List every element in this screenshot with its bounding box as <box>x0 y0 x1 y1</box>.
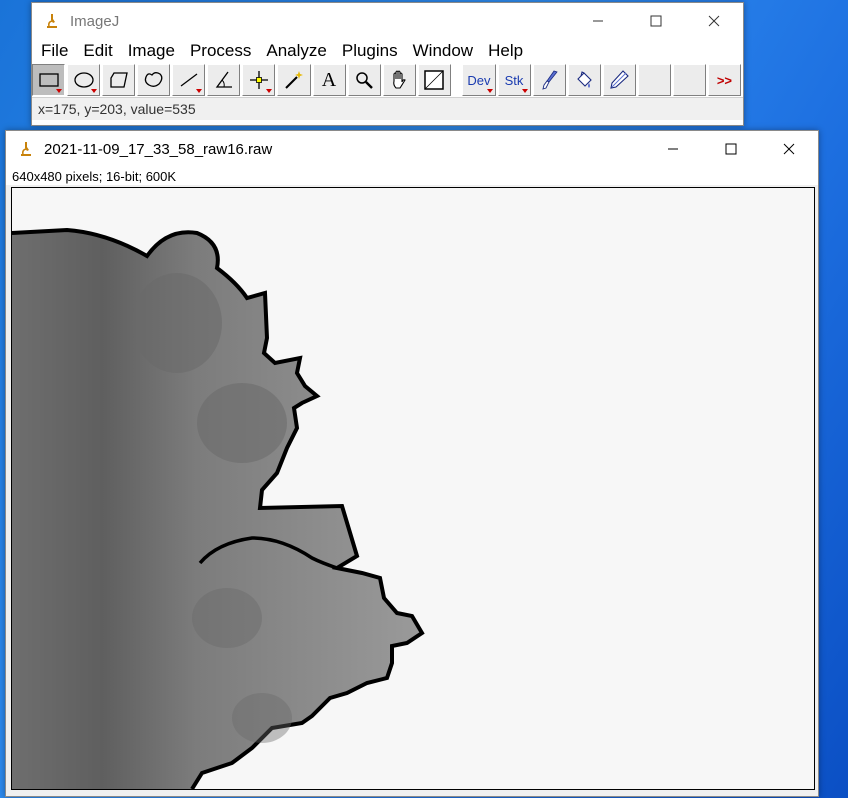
color-swatch-icon <box>424 70 444 90</box>
imagej-window-controls <box>569 3 743 39</box>
image-canvas[interactable] <box>11 187 815 790</box>
image-window-controls <box>644 131 818 167</box>
point-tool[interactable] <box>242 64 276 96</box>
hand-tool[interactable] <box>382 64 416 96</box>
brush-icon <box>542 70 558 90</box>
polygon-tool[interactable] <box>102 64 136 96</box>
close-icon <box>783 143 795 155</box>
minimize-button[interactable] <box>644 131 702 167</box>
maximize-button[interactable] <box>702 131 760 167</box>
image-titlebar[interactable]: 2021-11-09_17_33_58_raw16.raw <box>6 131 818 167</box>
stk-label: Stk <box>504 72 524 88</box>
text-tool-label: A <box>321 68 337 91</box>
stk-menu-tool[interactable]: Stk <box>497 64 531 96</box>
rectangle-tool[interactable] <box>32 64 66 96</box>
close-icon <box>708 15 720 27</box>
imagej-titlebar[interactable]: ImageJ <box>32 3 743 39</box>
menu-image[interactable]: Image <box>121 41 183 61</box>
pencil-icon <box>610 70 630 89</box>
menu-window[interactable]: Window <box>406 41 481 61</box>
magic-wand-icon <box>285 71 303 89</box>
wand-tool[interactable] <box>277 64 311 96</box>
angle-tool[interactable] <box>207 64 241 96</box>
imagej-status-bar: x=175, y=203, value=535 <box>32 97 743 120</box>
flood-fill-icon <box>577 71 592 88</box>
close-button[interactable] <box>685 3 743 39</box>
close-button[interactable] <box>760 131 818 167</box>
microscope-icon <box>18 141 34 157</box>
maximize-icon <box>725 143 737 155</box>
imagej-menubar: File Edit Image Process Analyze Plugins … <box>32 39 743 63</box>
dark-blob <box>132 273 222 373</box>
color-picker-tool[interactable] <box>417 64 451 96</box>
minimize-icon <box>593 20 603 22</box>
imagej-main-window: ImageJ File Edit Image Process Analyze P… <box>31 2 744 126</box>
maximize-button[interactable] <box>627 3 685 39</box>
menu-edit[interactable]: Edit <box>76 41 120 61</box>
freehand-icon <box>144 72 163 87</box>
image-info-line: 640x480 pixels; 16-bit; 600K <box>6 167 818 185</box>
empty-tool-slot-1[interactable] <box>637 64 671 96</box>
image-info-text: 640x480 pixels; 16-bit; 600K <box>12 168 177 184</box>
brush-tool[interactable] <box>532 64 566 96</box>
oval-tool[interactable] <box>67 64 101 96</box>
hand-icon <box>393 70 406 89</box>
menu-process[interactable]: Process <box>183 41 259 61</box>
microscope-icon <box>44 13 60 29</box>
dev-menu-tool[interactable]: Dev <box>462 64 496 96</box>
angle-icon <box>215 71 232 88</box>
zoom-tool[interactable] <box>347 64 381 96</box>
more-tools-label: >> <box>716 72 733 88</box>
pencil-tool[interactable] <box>602 64 636 96</box>
maximize-icon <box>650 15 662 27</box>
image-window: 2021-11-09_17_33_58_raw16.raw 640x480 pi… <box>5 130 819 797</box>
freehand-tool[interactable] <box>137 64 171 96</box>
empty-tool-slot-2[interactable] <box>672 64 706 96</box>
status-text: x=175, y=203, value=535 <box>38 101 196 117</box>
magnifier-icon <box>356 72 373 89</box>
minimize-button[interactable] <box>569 3 627 39</box>
imagej-toolbar: A Dev Stk >> <box>32 63 743 97</box>
text-tool[interactable]: A <box>312 64 346 96</box>
minimize-icon <box>668 148 678 150</box>
image-title: 2021-11-09_17_33_58_raw16.raw <box>44 140 273 158</box>
dark-blob <box>232 693 292 743</box>
flood-fill-tool[interactable] <box>567 64 601 96</box>
menu-help[interactable]: Help <box>481 41 531 61</box>
dev-label: Dev <box>467 72 491 88</box>
imagej-title: ImageJ <box>70 12 120 30</box>
menu-plugins[interactable]: Plugins <box>335 41 406 61</box>
dark-blob <box>192 588 262 648</box>
line-tool[interactable] <box>172 64 206 96</box>
segmented-image <box>12 227 425 789</box>
dark-blob <box>197 383 287 463</box>
more-tools-button[interactable]: >> <box>707 64 741 96</box>
menu-file[interactable]: File <box>34 41 76 61</box>
menu-analyze[interactable]: Analyze <box>259 41 334 61</box>
polygon-icon <box>110 72 128 88</box>
